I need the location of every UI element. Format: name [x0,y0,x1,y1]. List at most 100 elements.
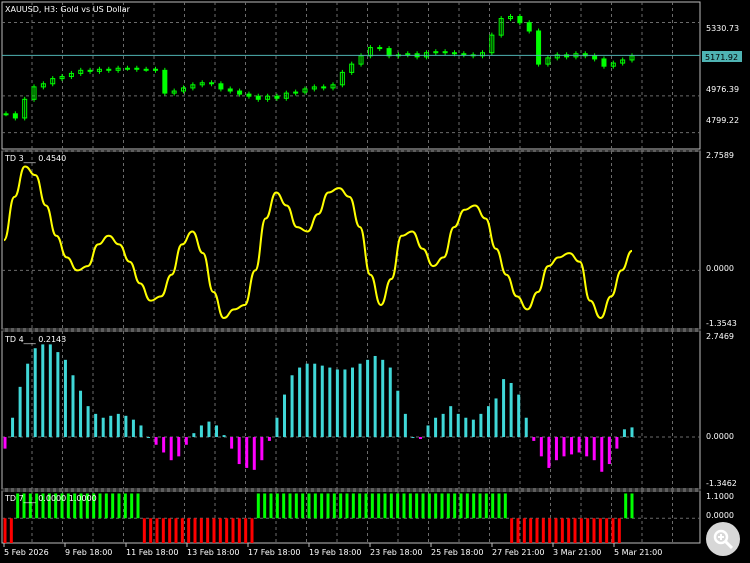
td7-bar [231,518,235,543]
td7-bar [554,518,558,543]
price-candle [517,15,523,24]
td4-bar [570,437,574,455]
td4-bar [600,437,604,472]
td7-bar [453,493,457,519]
td4-bar [230,437,234,449]
td4-bar [630,427,634,438]
td7-bar [592,518,596,543]
trading-chart[interactable]: XAUUSD, H3: Gold vs US Dollar TD 3___ 0.… [0,0,750,563]
td7-bar [560,518,564,543]
td4-bar [177,437,181,457]
td4-bar [343,369,347,438]
td4-bar [79,390,83,438]
td4-bar [260,437,264,461]
td7-bar [307,493,311,519]
td7-bar [288,493,292,519]
td7-bar [212,518,216,543]
zoom-icon [713,529,734,550]
td4-bar [562,437,566,457]
td7-bar [370,493,374,519]
td7-bar [484,493,488,519]
price-candle [601,58,607,67]
td4-bar [366,359,370,438]
td4-bar [396,390,400,438]
price-candle [536,30,542,65]
td7-bar [548,518,552,543]
td4-ytick-1: 2.7469 [706,332,734,341]
td4-bar [449,406,453,438]
td7-bar [263,493,267,519]
td7-bar [136,493,140,519]
td3-ytick-3: -1.3543 [706,319,737,328]
td4-bar [86,406,90,438]
td4-bar [524,417,528,438]
td4-bar [169,437,173,461]
price-candle [134,67,140,70]
td7-bar [472,493,476,519]
td4-bar [313,363,317,438]
td4-bar [192,433,196,438]
td7-bar [104,493,108,519]
td7-bar [491,493,495,519]
td7-bar [142,518,146,543]
td3-line [3,165,633,319]
price-candle [143,68,149,71]
td7-bar [149,518,153,543]
zoom-button[interactable] [706,522,740,556]
pane-border-1 [1,1,701,150]
x-axis-label: 25 Feb 18:00 [431,548,483,557]
td3-ytick-2: 0.0000 [706,264,734,273]
td7-label: TD 7___ 0.0000 1.0000 [4,494,97,503]
td7-bar [244,518,248,543]
td7-bar [225,518,229,543]
td4-bar [532,437,536,441]
td4-bar [350,367,354,438]
price-candle [246,93,252,97]
x-axis-label: 11 Feb 18:00 [126,548,178,557]
chart-grid [1,1,701,544]
td7-bar [218,518,222,543]
td4-bar [207,421,211,438]
x-axis: 5 Feb 2026 9 Feb 18:00 11 Feb 18:00 13 Feb … [3,543,662,557]
td4-bar [3,437,7,449]
td4-bar [94,413,98,438]
x-axis-label: 3 Mar 21:00 [553,548,601,557]
td7-bar [193,518,197,543]
td4-bar [41,344,45,438]
td7-bar [434,493,438,519]
td4-bar [547,437,551,468]
td4-bar [328,367,332,438]
td7-bar [408,493,412,519]
price-candle [152,68,158,71]
td7-bar [351,493,355,519]
td7-bar [168,518,172,543]
x-axis-label: 5 Mar 21:00 [614,548,662,557]
td7-bar [199,518,203,543]
x-axis-label: 17 Feb 18:00 [248,548,300,557]
td7-bar [402,493,406,519]
td7-bar [579,518,583,543]
td7-bar [9,518,13,543]
td4-bar [215,425,219,438]
td4-bar [585,437,589,457]
td4-bar [592,437,596,461]
price-candle [124,67,130,70]
price-candle [209,82,215,85]
td7-bar [358,493,362,519]
td7-bar [421,493,425,519]
td4-bar [154,437,158,445]
td4-ytick-3: -1.3462 [706,479,737,488]
td4-bar [109,415,113,438]
td7-bar [111,493,115,519]
td7-bar [250,518,254,543]
td4-bar [615,437,619,449]
price-candle [592,55,598,60]
price-ytick-2: 4976.39 [706,85,739,94]
td3-label: TD 3___ 0.4540 [4,154,66,163]
td4-bar [622,429,626,438]
td7-bar [396,493,400,519]
td3-ytick-1: 2.7589 [706,151,734,160]
price-candle [255,95,261,100]
td4-bar [305,363,309,438]
td7-bar [269,493,273,519]
